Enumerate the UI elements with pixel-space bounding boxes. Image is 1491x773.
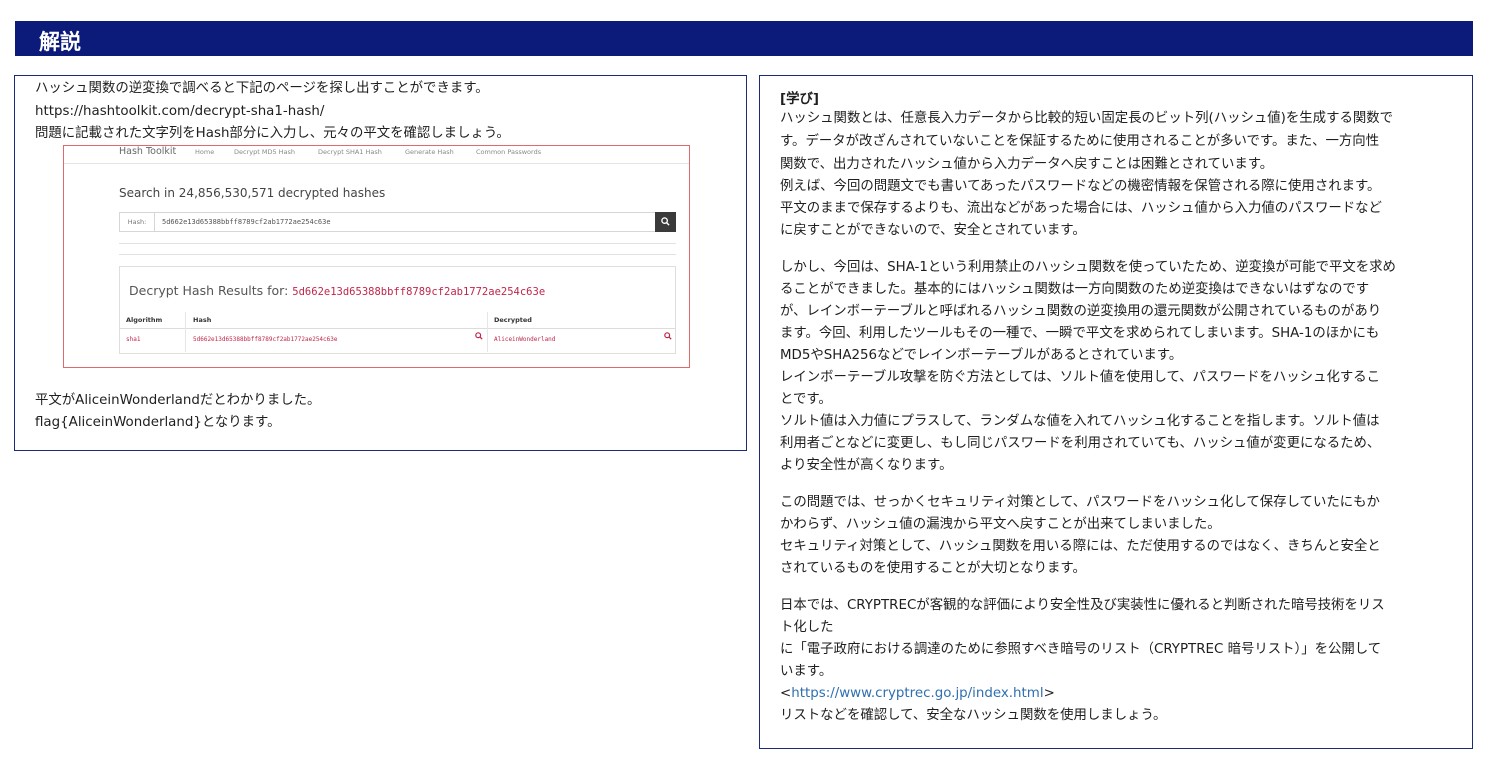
page-title: 解説 bbox=[39, 30, 81, 54]
para3-line: されているものを使用することが大切となります。 bbox=[780, 561, 1086, 576]
para2-line: レインボーテーブル攻撃を防ぐ方法としては、ソルト値を使用して、パスワードをハッシ… bbox=[780, 370, 1381, 385]
para4-line: います。 bbox=[780, 664, 833, 679]
para3-line: この問題では、せっかくセキュリティ対策として、パスワードをハッシュ化して保存して… bbox=[780, 495, 1380, 510]
cryptrec-link[interactable]: https://www.cryptrec.go.jp/index.html bbox=[791, 686, 1043, 701]
link-bracket-close: > bbox=[1043, 686, 1055, 701]
intro-line-3: 問題に記載された文字列をHash部分に入力し、元々の平文を確認しましょう。 bbox=[35, 126, 510, 141]
cell-hash: 5d662e13d65388bbff8789cf2ab1772ae254c63e bbox=[193, 336, 338, 343]
divider bbox=[119, 254, 676, 255]
column-divider bbox=[185, 312, 186, 352]
results-hash: 5d662e13d65388bbff8789cf2ab1772ae254c63e bbox=[292, 286, 546, 298]
intro-line-1: ハッシュ関数の逆変換で調べると下記のページを探し出すことができます。 bbox=[35, 81, 489, 96]
column-divider bbox=[487, 312, 488, 352]
result-line-2: flag{AliceinWonderland}となります。 bbox=[35, 415, 281, 430]
para4-line: 日本では、CRYPTRECが客観的な評価により安全性及び実装性に優れると判断され… bbox=[780, 598, 1385, 613]
para1-line: 関数で、出力されたハッシュ値から入力データへ戻すことは困難とされています。 bbox=[780, 157, 1274, 172]
cell-decrypted: AliceinWonderland bbox=[494, 336, 556, 343]
search-icon bbox=[664, 332, 672, 342]
col-algorithm: Algorithm bbox=[126, 316, 163, 324]
para2-line: しかし、今回は、SHA-1という利用禁止のハッシュ関数を使っていたため、逆変換が… bbox=[780, 260, 1396, 275]
hash-input-value: 5d662e13d65388bbff8789cf2ab1772ae254c63e bbox=[162, 218, 331, 226]
table-divider bbox=[120, 328, 675, 329]
intro-url[interactable]: https://hashtoolkit.com/decrypt-sha1-has… bbox=[35, 103, 324, 121]
col-decrypted: Decrypted bbox=[494, 316, 532, 324]
hash-label: Hash: bbox=[120, 213, 155, 231]
learning-heading: [学び] bbox=[780, 92, 820, 107]
search-icon bbox=[655, 212, 676, 232]
hash-input-row: Hash: 5d662e13d65388bbff8789cf2ab1772ae2… bbox=[119, 212, 676, 232]
nav-generate-hash: Generate Hash bbox=[405, 148, 454, 156]
para2-line: とです。 bbox=[780, 392, 832, 407]
nav-home: Home bbox=[195, 148, 215, 156]
site-nav: Hash Toolkit Home Decrypt MD5 Hash Decry… bbox=[64, 146, 689, 164]
search-title: Search in 24,856,530,571 decrypted hashe… bbox=[119, 186, 386, 200]
para1-line: 例えば、今回の問題文でも書いてあったパスワードなどの機密情報を保管される際に使用… bbox=[780, 179, 1381, 194]
para2-line: 利用者ごとなどに変更し、もし同じパスワードを利用されていても、ハッシュ値が変更に… bbox=[780, 436, 1381, 451]
header-bar: 解説 bbox=[15, 21, 1473, 56]
cell-algorithm: sha1 bbox=[126, 336, 141, 343]
site-brand: Hash Toolkit bbox=[119, 146, 177, 157]
para1-line: 平文のままで保存するよりも、流出などがあった場合には、ハッシュ値から入力値のパス… bbox=[780, 201, 1382, 216]
para2-line: MD5やSHA256などでレインボーテーブルがあるとされています。 bbox=[780, 348, 1183, 363]
para1-line: す。データが改ざんされていないことを保証するために使用されることが多いです。また… bbox=[780, 134, 1380, 149]
para1-line: ハッシュ関数とは、任意長入力データから比較的短い固定長のビット列(ハッシュ値)を… bbox=[780, 111, 1394, 126]
cryptrec-link-line: <https://www.cryptrec.go.jp/index.html> bbox=[780, 685, 1055, 703]
results-heading: Decrypt Hash Results for: 5d662e13d65388… bbox=[129, 283, 545, 298]
nav-decrypt-md5: Decrypt MD5 Hash bbox=[234, 148, 296, 156]
hash-toolkit-screenshot: Hash Toolkit Home Decrypt MD5 Hash Decry… bbox=[63, 145, 690, 368]
para4-line: に「電子政府における調達のために参照すべき暗号のリスト（CRYPTREC 暗号リ… bbox=[780, 642, 1382, 657]
closing-line: リストなどを確認して、安全なハッシュ関数を使用しましょう。 bbox=[780, 708, 1167, 723]
para2-line: ることができました。基本的にはハッシュ関数は一方向関数のため逆変換はできないはず… bbox=[780, 282, 1370, 297]
para2-line: が、レインボーテーブルと呼ばれるハッシュ関数の逆変換用の還元関数が公開されている… bbox=[780, 304, 1382, 319]
para2-line: より安全性が高くなります。 bbox=[780, 458, 953, 473]
divider bbox=[119, 243, 676, 244]
results-panel: Decrypt Hash Results for: 5d662e13d65388… bbox=[119, 266, 676, 354]
results-title: Decrypt Hash Results for: bbox=[129, 283, 289, 298]
search-icon bbox=[475, 332, 483, 342]
para4-line: ト化した bbox=[780, 620, 834, 635]
link-bracket-open: < bbox=[780, 686, 792, 701]
para1-line: に戻すことができないので、安全とされています。 bbox=[780, 223, 1086, 238]
para3-line: かわらず、ハッシュ値の漏洩から平文へ戻すことが出来てしまいました。 bbox=[780, 517, 1221, 532]
para3-line: セキュリティ対策として、ハッシュ関数を用いる際には、ただ使用するのではなく、きち… bbox=[780, 539, 1381, 554]
para2-line: ます。今回、利用したツールもその一種で、一瞬で平文を求められてしまいます。SHA… bbox=[780, 326, 1380, 341]
result-line-1: 平文がAliceinWonderlandだとわかりました。 bbox=[35, 393, 321, 408]
para2-line: ソルト値は入力値にプラスして、ランダムな値を入れてハッシュ化することを指します。… bbox=[780, 414, 1380, 429]
col-hash: Hash bbox=[193, 316, 212, 324]
nav-decrypt-sha1: Decrypt SHA1 Hash bbox=[318, 148, 382, 156]
nav-common-passwords: Common Passwords bbox=[476, 148, 542, 156]
